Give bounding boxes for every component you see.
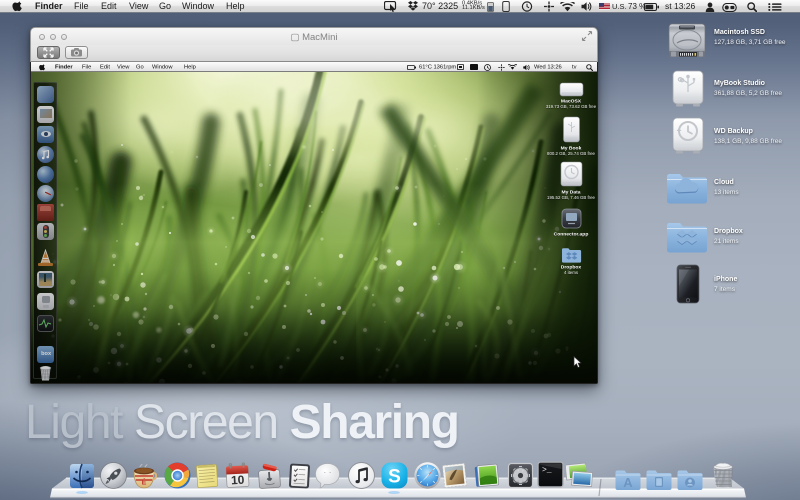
svg-text:>_: >_ bbox=[542, 466, 552, 475]
svg-text:S: S bbox=[388, 467, 401, 488]
svg-text:10: 10 bbox=[230, 473, 244, 488]
svg-text:É: É bbox=[141, 478, 146, 487]
svg-text:A: A bbox=[623, 475, 633, 490]
